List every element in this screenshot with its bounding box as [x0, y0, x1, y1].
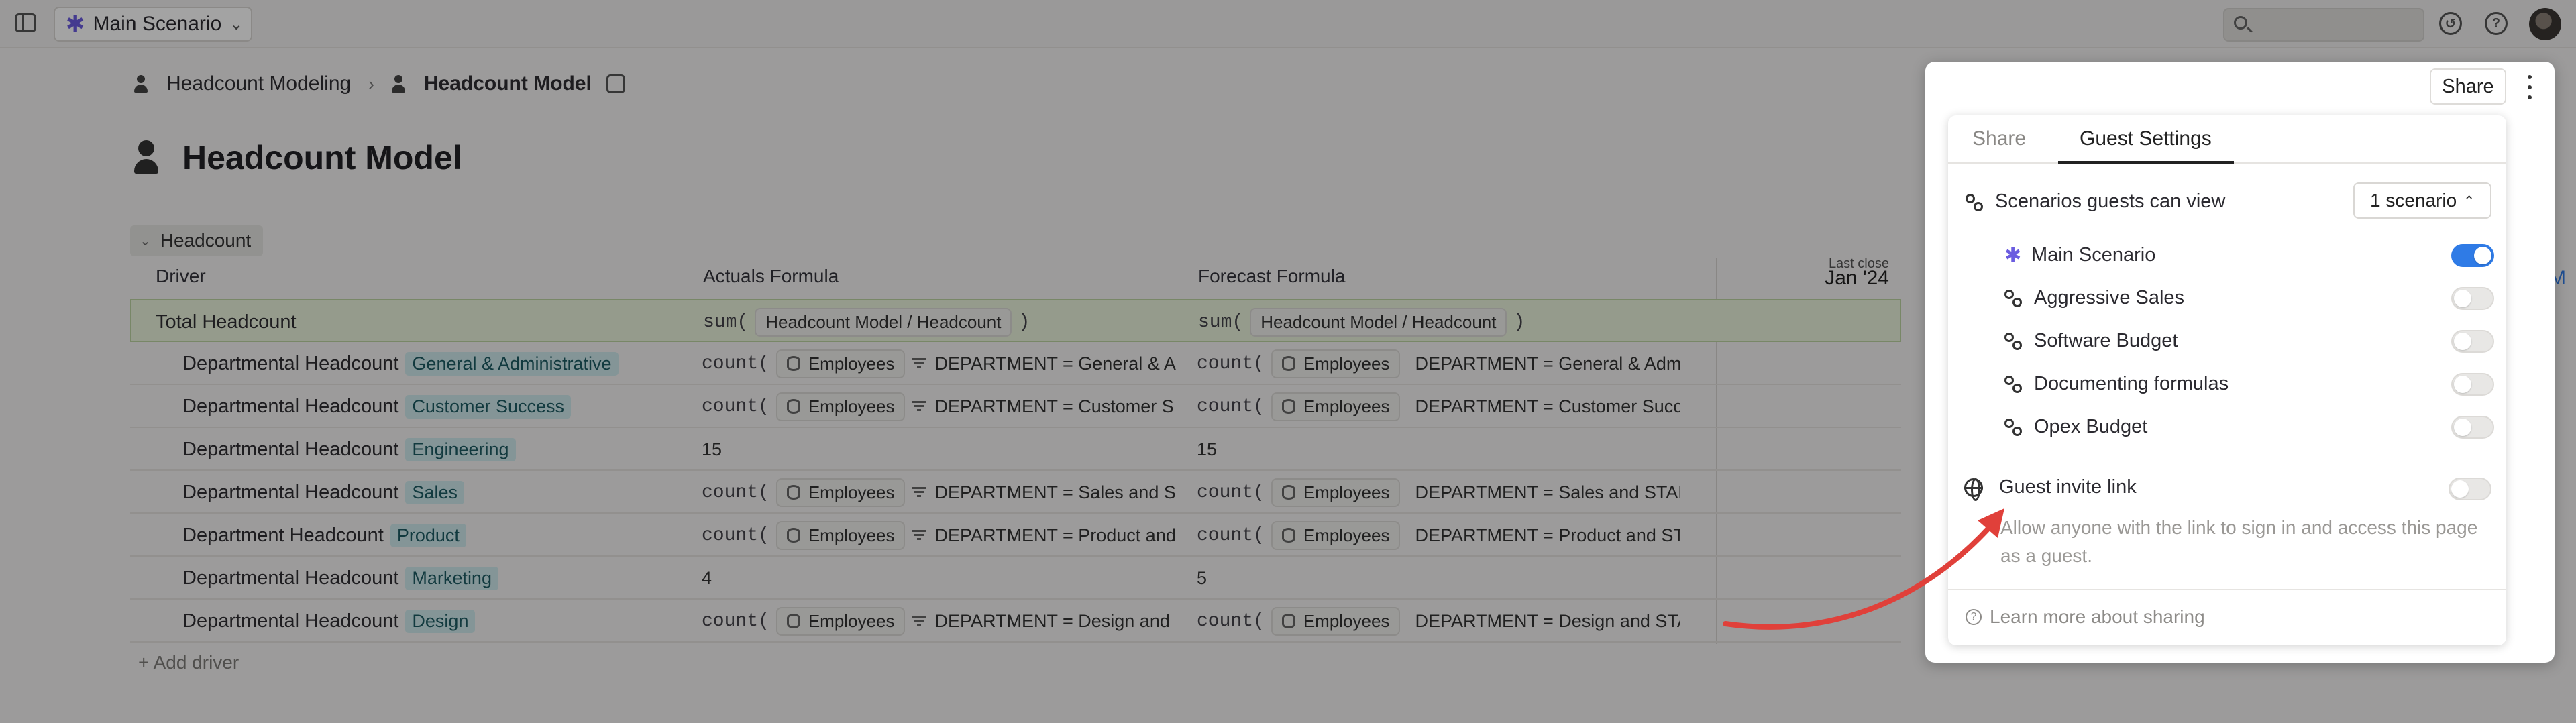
- scenario-row: Software Budget: [2004, 327, 2494, 354]
- scenario-count-select[interactable]: 1 scenario ⌃: [2353, 182, 2491, 219]
- tab-guest-settings[interactable]: Guest Settings: [2080, 127, 2212, 150]
- scenario-row: Aggressive Sales: [2004, 284, 2494, 311]
- guest-invite-link-row: Guest invite link: [1964, 476, 2137, 501]
- scenario-branch-icon: [2004, 333, 2022, 350]
- annotation-arrow-icon: [1723, 508, 2004, 630]
- share-tabs: Share Guest Settings: [1948, 115, 2506, 164]
- guest-invite-link-toggle[interactable]: [2449, 478, 2491, 500]
- share-panel: Share Guest Settings Scenarios guests ca…: [1948, 115, 2506, 645]
- active-tab-indicator: [2058, 161, 2234, 164]
- chevron-up-icon: ⌃: [2463, 193, 2475, 209]
- scenario-name: Documenting formulas: [2034, 372, 2229, 394]
- toggle-knob: [2454, 290, 2471, 307]
- scenario-visibility-toggle[interactable]: [2451, 287, 2494, 310]
- tab-share[interactable]: Share: [1972, 127, 2026, 150]
- more-options-icon[interactable]: [2526, 75, 2533, 99]
- scenario-count-value: 1 scenario: [2370, 190, 2457, 211]
- scenario-name: Main Scenario: [2031, 243, 2156, 266]
- scenario-row: ✱ Main Scenario: [2004, 241, 2494, 268]
- toggle-knob: [2454, 419, 2471, 436]
- scenario-branch-icon: [2004, 419, 2022, 436]
- globe-icon: [1964, 478, 1983, 501]
- scenarios-section-label: Scenarios guests can view: [1966, 190, 2225, 213]
- toggle-knob: [2474, 247, 2491, 264]
- scenario-visibility-toggle[interactable]: [2451, 244, 2494, 267]
- toggle-knob: [2454, 376, 2471, 393]
- toggle-knob: [2451, 480, 2469, 498]
- scenario-branch-icon: [1966, 193, 1983, 211]
- toggle-knob: [2454, 333, 2471, 350]
- scenario-branch-icon: [2004, 376, 2022, 393]
- guest-invite-link-description: Allow anyone with the link to sign in an…: [2000, 517, 2478, 566]
- scenario-name: Software Budget: [2034, 329, 2178, 351]
- scenario-visibility-toggle[interactable]: [2451, 373, 2494, 396]
- asterisk-icon: ✱: [2004, 243, 2022, 266]
- divider: [1948, 589, 2506, 590]
- guest-invite-link-label: Guest invite link: [1999, 476, 2137, 498]
- scenario-name: Opex Budget: [2034, 415, 2148, 437]
- scenarios-label-text: Scenarios guests can view: [1995, 190, 2226, 212]
- scenario-name: Aggressive Sales: [2034, 286, 2185, 309]
- scenario-visibility-toggle[interactable]: [2451, 416, 2494, 439]
- scenario-row: Opex Budget: [2004, 413, 2494, 440]
- scenario-row: Documenting formulas: [2004, 370, 2494, 397]
- scenario-visibility-toggle[interactable]: [2451, 330, 2494, 353]
- share-button[interactable]: Share: [2430, 68, 2506, 105]
- scenario-branch-icon: [2004, 290, 2022, 307]
